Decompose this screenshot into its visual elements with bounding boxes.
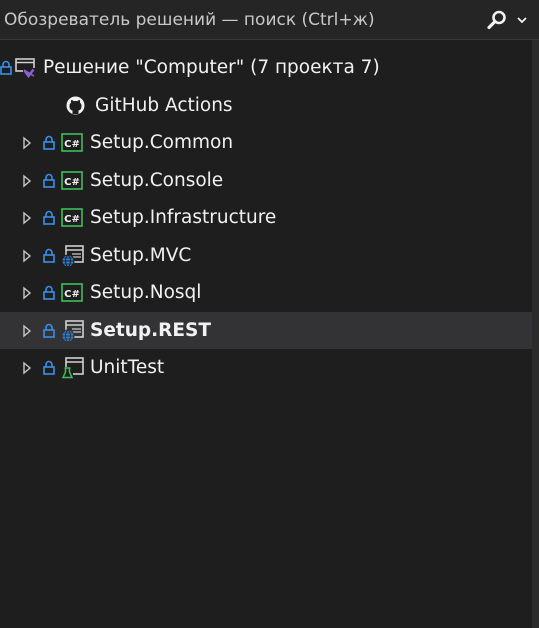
tree-item-github-actions[interactable]: GitHub Actions xyxy=(0,87,539,125)
expand-arrow-icon[interactable] xyxy=(22,286,32,300)
lock-icon xyxy=(43,285,55,300)
tree-item-setup-rest[interactable]: Setup.REST xyxy=(0,311,539,349)
solution-node[interactable]: Решение "Computer" (7 проекта 7) xyxy=(0,49,539,87)
tree-item-unittest[interactable]: UnitTest xyxy=(0,349,539,387)
svg-text:C#: C# xyxy=(64,214,80,225)
svg-text:C#: C# xyxy=(64,139,80,150)
solution-tree: Решение "Computer" (7 проекта 7) GitHub … xyxy=(0,49,539,387)
chevron-down-icon xyxy=(517,17,527,24)
expand-arrow-icon[interactable] xyxy=(22,361,32,375)
github-icon xyxy=(66,96,85,114)
search-icon xyxy=(487,10,506,30)
lock-icon xyxy=(43,360,55,375)
tree-item-setup-infrastructure[interactable]: C# Setup.Infrastructure xyxy=(0,199,539,237)
tree-item-setup-console[interactable]: C# Setup.Console xyxy=(0,162,539,200)
search-input[interactable] xyxy=(0,0,480,40)
tree-item-label: GitHub Actions xyxy=(95,94,233,116)
lock-icon xyxy=(43,135,55,150)
tree-item-setup-common[interactable]: C# Setup.Common xyxy=(0,124,539,162)
lock-icon xyxy=(0,60,12,75)
tree-item-label: UnitTest xyxy=(90,357,165,378)
solution-label: Решение "Computer" (7 проекта 7) xyxy=(43,57,380,78)
web-project-icon xyxy=(61,319,84,342)
tree-item-label: Setup.Console xyxy=(90,169,224,191)
lock-icon xyxy=(43,173,55,188)
svg-text:C#: C# xyxy=(64,177,80,188)
vertical-scrollbar[interactable] xyxy=(532,40,539,628)
csharp-project-icon: C# xyxy=(61,133,83,152)
csharp-project-icon: C# xyxy=(61,283,83,302)
solution-explorer-search-bar xyxy=(0,0,539,40)
tree-item-label: Setup.MVC xyxy=(90,244,192,266)
svg-text:C#: C# xyxy=(64,289,80,300)
csharp-project-icon: C# xyxy=(61,208,83,227)
test-project-icon xyxy=(61,357,84,379)
lock-icon xyxy=(43,210,55,225)
visual-studio-solution-icon xyxy=(15,58,35,79)
web-project-icon xyxy=(61,244,84,267)
expand-arrow-icon[interactable] xyxy=(22,136,32,150)
tree-item-label: Setup.Nosql xyxy=(90,282,202,303)
expand-arrow-icon[interactable] xyxy=(22,249,32,263)
lock-icon xyxy=(43,323,55,338)
lock-icon xyxy=(43,248,55,263)
expand-arrow-icon[interactable] xyxy=(22,174,32,188)
tree-item-label: Setup.Common xyxy=(90,132,234,153)
tree-item-setup-mvc[interactable]: Setup.MVC xyxy=(0,237,539,275)
tree-item-label: Setup.Infrastructure xyxy=(90,207,277,228)
expand-arrow-icon[interactable] xyxy=(22,211,32,225)
csharp-project-icon: C# xyxy=(61,170,83,190)
expand-arrow-icon[interactable] xyxy=(22,324,32,338)
tree-item-setup-nosql[interactable]: C# Setup.Nosql xyxy=(0,274,539,312)
tree-item-label: Setup.REST xyxy=(90,319,211,341)
search-button[interactable] xyxy=(480,0,539,40)
